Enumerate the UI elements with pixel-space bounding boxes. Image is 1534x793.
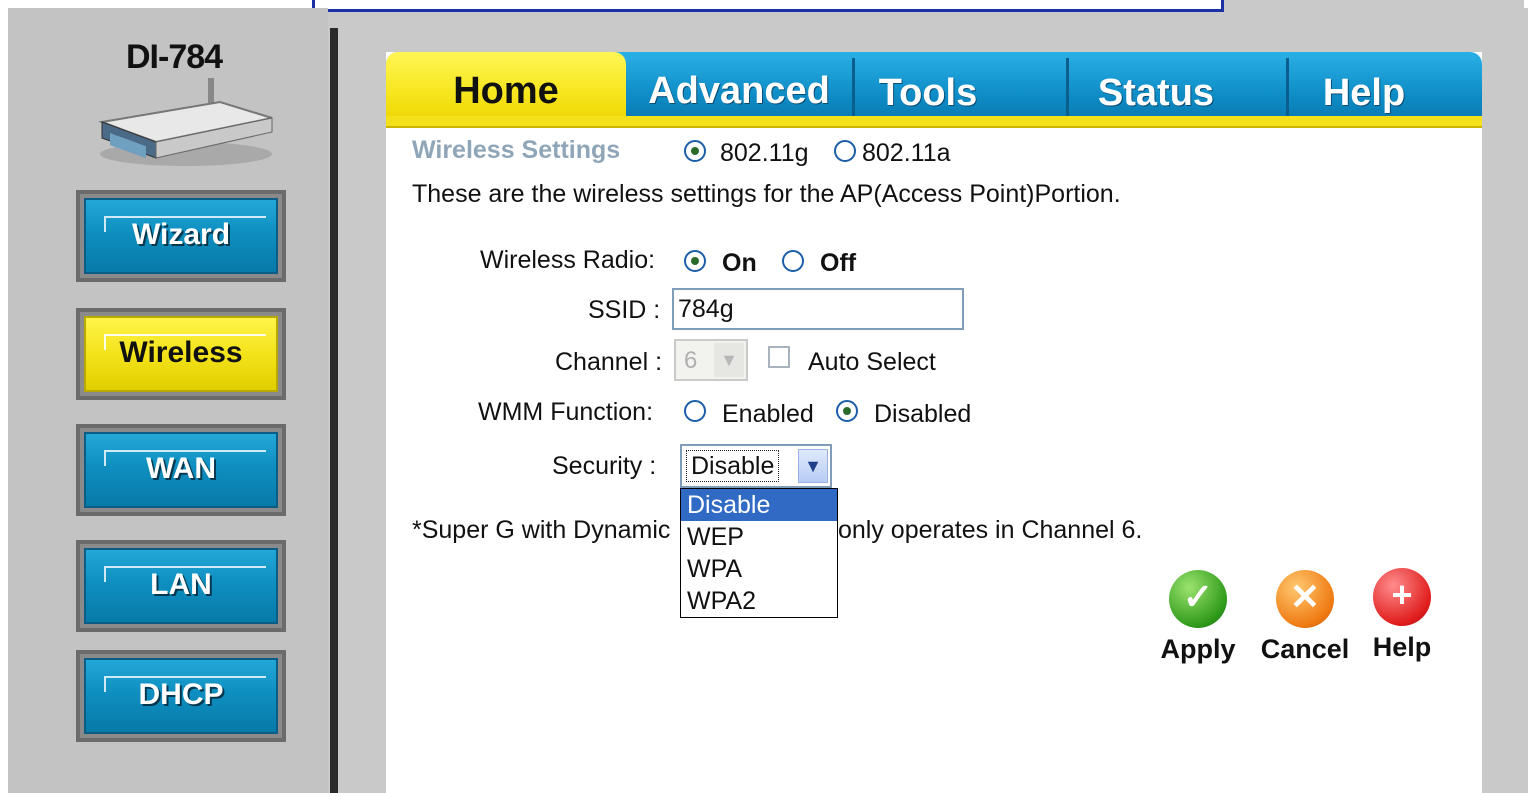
tab-separator [852, 58, 855, 122]
security-dropdown-list[interactable]: Disable WEP WPA WPA2 [680, 488, 838, 618]
chevron-down-icon: ▼ [714, 343, 744, 377]
radio-off-label: Off [820, 249, 857, 277]
wmm-disabled-label: Disabled [874, 400, 972, 428]
help-button[interactable]: + Help [1368, 568, 1436, 663]
checkmark-icon: ✓ [1169, 570, 1227, 628]
radio-on[interactable] [684, 250, 706, 272]
sidebar-button-label: DHCP [138, 678, 224, 711]
sidebar-wireless-button[interactable]: Wireless [76, 308, 286, 400]
ssid-input[interactable] [672, 288, 964, 330]
apply-button[interactable]: ✓ Apply [1158, 570, 1238, 665]
sidebar-wan-button[interactable]: WAN [76, 424, 286, 516]
band-label-80211a: 802.11a [862, 139, 951, 167]
top-banner [312, 0, 1224, 12]
top-banner-right [1224, 0, 1524, 12]
tab-bar: Home Advanced Tools Status Help [386, 52, 1482, 128]
band-radio-80211a[interactable] [834, 140, 856, 162]
sidebar-dhcp-button[interactable]: DHCP [76, 650, 286, 742]
cancel-label: Cancel [1260, 634, 1350, 664]
divider-bar [330, 28, 338, 793]
security-value: Disable [686, 450, 780, 482]
dropdown-option-wpa2[interactable]: WPA2 [681, 585, 837, 617]
radio-on-label: On [722, 249, 757, 277]
model-name: DI-784 [126, 38, 223, 76]
note-text-right: only operates in Channel 6. [838, 516, 1143, 544]
tab-advanced[interactable]: Advanced [626, 52, 852, 124]
wmm-label: WMM Function: [478, 398, 654, 426]
dropdown-option-wep[interactable]: WEP [681, 521, 837, 553]
sidebar-button-label: LAN [150, 568, 212, 601]
wmm-enabled-radio[interactable] [684, 400, 706, 422]
right-edge [1482, 52, 1528, 793]
sidebar-wizard-button[interactable]: Wizard [76, 190, 286, 282]
tab-underline [386, 116, 1482, 128]
section-title: Wireless Settings [412, 136, 621, 164]
dropdown-option-wpa[interactable]: WPA [681, 553, 837, 585]
channel-label: Channel : [555, 348, 663, 376]
tab-tools[interactable]: Tools [858, 52, 998, 124]
sidebar-button-label: Wizard [131, 218, 231, 251]
cancel-button[interactable]: ✕ Cancel [1258, 570, 1352, 665]
tab-home[interactable]: Home [386, 52, 626, 124]
band-label-80211g: 802.11g [720, 139, 809, 167]
sidebar-button-label: Wireless [119, 336, 243, 369]
wireless-radio-label: Wireless Radio: [480, 246, 656, 274]
apply-label: Apply [1160, 634, 1236, 664]
cancel-x-icon: ✕ [1276, 570, 1334, 628]
sidebar-button-label: WAN [146, 452, 216, 485]
router-icon [98, 78, 273, 166]
sidebar-lan-button[interactable]: LAN [76, 540, 286, 632]
help-label: Help [1372, 632, 1432, 662]
tab-separator [1286, 58, 1289, 122]
security-label: Security : [552, 452, 657, 480]
security-select[interactable]: Disable ▼ [680, 444, 832, 488]
auto-select-checkbox[interactable] [768, 346, 790, 368]
plus-icon: + [1373, 568, 1431, 626]
note-text-left: *Super G with Dynamic [412, 516, 671, 544]
auto-select-label: Auto Select [808, 348, 936, 376]
wmm-disabled-radio[interactable] [836, 400, 858, 422]
tab-help[interactable]: Help [1294, 52, 1434, 124]
chevron-down-icon[interactable]: ▼ [798, 449, 828, 483]
radio-off[interactable] [782, 250, 804, 272]
band-radio-80211g[interactable] [684, 140, 706, 162]
dropdown-option-disable[interactable]: Disable [681, 489, 837, 521]
ssid-label: SSID : [588, 296, 661, 324]
description-text: These are the wireless settings for the … [412, 180, 1121, 208]
wmm-enabled-label: Enabled [722, 400, 814, 428]
channel-select[interactable]: 6 ▼ [674, 339, 748, 381]
tab-separator [1066, 58, 1069, 122]
channel-value: 6 [684, 347, 698, 374]
tab-status[interactable]: Status [1072, 52, 1240, 124]
